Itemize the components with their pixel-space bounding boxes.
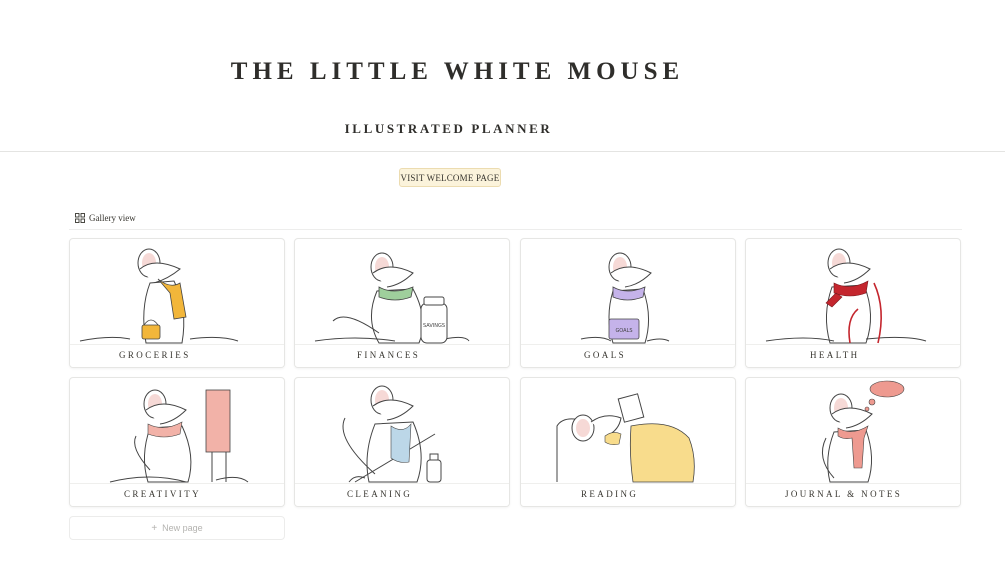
card-title: JOURNAL & NOTES bbox=[785, 489, 903, 499]
mouse-thinking-illustration bbox=[821, 380, 905, 483]
card-footer: READING bbox=[521, 483, 735, 506]
mouse-savings-jar-illustration: SAVINGS bbox=[314, 252, 470, 344]
gallery-view-label: Gallery view bbox=[89, 213, 136, 223]
card-title: READING bbox=[581, 489, 639, 499]
mouse-basket-illustration bbox=[79, 248, 239, 344]
svg-text:GOALS: GOALS bbox=[615, 328, 632, 334]
card-title: FINANCES bbox=[357, 350, 421, 360]
card-footer: CLEANING bbox=[295, 483, 509, 506]
mouse-reading-bed-illustration bbox=[556, 393, 695, 483]
gallery-view-tab[interactable]: Gallery view bbox=[75, 211, 136, 225]
card-title: CREATIVITY bbox=[124, 489, 201, 499]
gallery-grid-icon bbox=[75, 213, 85, 223]
gallery-card-journal-notes[interactable]: JOURNAL & NOTES bbox=[745, 377, 961, 507]
gallery-card-groceries[interactable]: GROCERIES bbox=[69, 238, 285, 368]
gallery-card-creativity[interactable]: CREATIVITY bbox=[69, 377, 285, 507]
svg-text:SAVINGS: SAVINGS bbox=[423, 323, 445, 329]
gallery-card-goals[interactable]: GOALS GOALS bbox=[520, 238, 736, 368]
view-tab-underline bbox=[69, 229, 962, 230]
new-page-label: New page bbox=[162, 523, 203, 533]
gallery-card-reading[interactable]: READING bbox=[520, 377, 736, 507]
gallery-card-finances[interactable]: SAVINGS FINANCES bbox=[294, 238, 510, 368]
card-title: GROCERIES bbox=[119, 350, 191, 360]
mouse-jump-rope-illustration bbox=[765, 248, 927, 344]
plus-icon: + bbox=[151, 522, 158, 534]
page-subtitle: ILLUSTRATED PLANNER bbox=[344, 121, 553, 136]
page-title: THE LITTLE WHITE MOUSE bbox=[230, 58, 685, 85]
visit-welcome-page-button[interactable]: VISIT WELCOME PAGE bbox=[399, 168, 501, 187]
card-footer: CREATIVITY bbox=[70, 483, 284, 506]
card-title: GOALS bbox=[584, 350, 627, 360]
gallery-card-health[interactable]: HEALTH bbox=[745, 238, 961, 368]
card-footer: JOURNAL & NOTES bbox=[746, 483, 960, 506]
mouse-painting-illustration bbox=[109, 389, 249, 483]
new-page-button[interactable]: + New page bbox=[69, 516, 285, 540]
card-title: CLEANING bbox=[347, 489, 413, 499]
card-footer: GROCERIES bbox=[70, 344, 284, 367]
card-footer: FINANCES bbox=[295, 344, 509, 367]
card-footer: HEALTH bbox=[746, 344, 960, 367]
mouse-goals-bag-illustration: GOALS bbox=[580, 252, 670, 344]
header-divider bbox=[0, 151, 1005, 152]
card-title: HEALTH bbox=[810, 350, 860, 360]
card-footer: GOALS bbox=[521, 344, 735, 367]
gallery-card-cleaning[interactable]: CLEANING bbox=[294, 377, 510, 507]
mouse-mop-illustration bbox=[342, 385, 442, 483]
